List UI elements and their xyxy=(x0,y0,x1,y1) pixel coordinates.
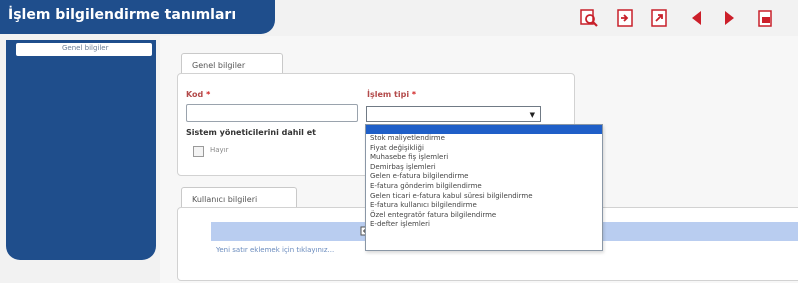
admin-include-checkbox-label: Hayır xyxy=(210,146,229,154)
islem-tipi-select[interactable]: ▼ xyxy=(366,106,541,122)
next-icon[interactable] xyxy=(718,7,740,29)
kod-label: Kod * xyxy=(186,90,211,99)
islem-tipi-dropdown-list[interactable]: Stok maliyetlendirme Fiyat değişikliği M… xyxy=(365,124,603,251)
dropdown-option[interactable]: Muhasebe fiş işlemleri xyxy=(366,153,602,163)
sidebar-item-general[interactable]: Genel bilgiler xyxy=(16,43,152,56)
tab-label: Genel bilgiler xyxy=(192,61,246,70)
admin-include-label: Sistem yöneticilerini dahil et xyxy=(186,128,316,137)
dropdown-option[interactable]: E-defter işlemleri xyxy=(366,220,602,230)
import-icon[interactable] xyxy=(614,7,636,29)
dropdown-option[interactable]: Stok maliyetlendirme xyxy=(366,134,602,144)
window-title: İşlem bilgilendirme tanımları xyxy=(8,7,237,23)
admin-include-checkbox[interactable] xyxy=(193,146,204,157)
previous-icon[interactable] xyxy=(686,7,708,29)
dropdown-option[interactable]: Demirbaş işlemleri xyxy=(366,163,602,173)
search-detail-icon[interactable] xyxy=(578,7,600,29)
print-icon[interactable] xyxy=(754,7,776,29)
dropdown-caret-icon: ▼ xyxy=(529,111,535,119)
dropdown-option[interactable]: Özel entegratör fatura bilgilendirme xyxy=(366,211,602,221)
dropdown-highlighted-option[interactable] xyxy=(366,125,602,134)
required-marker: * xyxy=(411,90,417,99)
dropdown-option[interactable]: Gelen ticari e-fatura kabul süresi bilgi… xyxy=(366,192,602,202)
dropdown-option[interactable]: Fiyat değişikliği xyxy=(366,144,602,154)
tab-general[interactable]: Genel bilgiler xyxy=(181,53,283,75)
tab-users[interactable]: Kullanıcı bilgileri xyxy=(181,187,297,209)
sidebar-item-label: Genel bilgiler xyxy=(62,44,109,52)
dropdown-option[interactable]: E-fatura gönderim bilgilendirme xyxy=(366,182,602,192)
export-icon[interactable] xyxy=(648,7,670,29)
tab-label: Kullanıcı bilgileri xyxy=(192,195,258,204)
kod-input[interactable] xyxy=(186,104,358,122)
dropdown-option[interactable]: E-fatura kullanıcı bilgilendirme xyxy=(366,201,602,211)
islem-tipi-label: İşlem tipi * xyxy=(367,90,417,99)
sidebar xyxy=(6,40,156,260)
dropdown-option[interactable]: Gelen e-fatura bilgilendirme xyxy=(366,172,602,182)
required-marker: * xyxy=(206,90,211,99)
add-row-link[interactable]: Yeni satır eklemek için tıklayınız... xyxy=(216,246,334,254)
window-title-tab: İşlem bilgilendirme tanımları xyxy=(0,0,275,34)
